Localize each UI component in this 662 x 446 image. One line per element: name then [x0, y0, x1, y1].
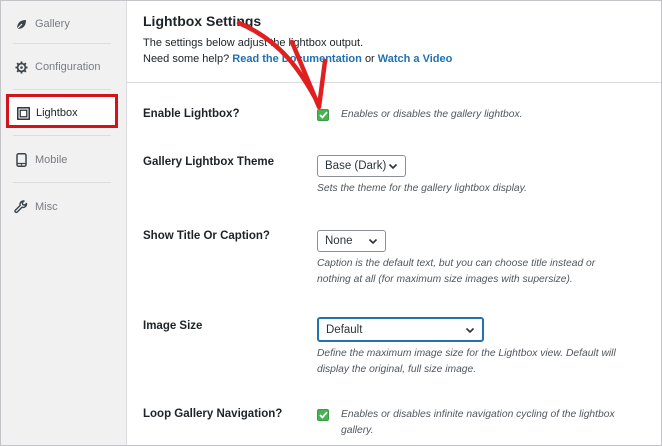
chevron-down-icon [388, 163, 398, 170]
title-caption-value: None [325, 235, 353, 247]
help-text-line: gallery. [341, 424, 374, 436]
lightbox-settings: Lightbox Settings The settings below adj… [127, 1, 661, 445]
sidebar-divider [13, 182, 111, 183]
sidebar-item-label: Misc [35, 201, 58, 213]
lightbox-theme-help: Sets the theme for the gallery lightbox … [317, 183, 527, 194]
sidebar-item-configuration[interactable]: Configuration [1, 44, 126, 90]
sidebar-item-mobile[interactable]: Mobile [1, 137, 126, 183]
help-text-line: Enables or disables infinite navigation … [341, 409, 615, 420]
enable-lightbox-label: Enable Lightbox? [143, 108, 240, 120]
help-line: Need some help? Read the Documentation o… [143, 53, 452, 65]
sidebar-item-gallery[interactable]: Gallery [1, 1, 126, 47]
chevron-down-icon [368, 238, 378, 245]
leaf-icon [14, 17, 28, 31]
lightbox-theme-select[interactable]: Base (Dark) [317, 155, 406, 177]
title-caption-label: Show Title Or Caption? [143, 230, 270, 242]
chevron-down-icon [465, 327, 475, 334]
sidebar-item-label: Lightbox [36, 107, 78, 119]
sidebar-item-label: Configuration [35, 61, 101, 73]
documentation-link[interactable]: Read the Documentation [232, 53, 362, 65]
enable-lightbox-help: Enables or disables the gallery lightbox… [341, 109, 523, 120]
mobile-icon [14, 153, 28, 167]
help-text-line: display the original, full size image. [317, 363, 477, 375]
help-text-line: Define the maximum image size for the Li… [317, 348, 616, 359]
help-prefix: Need some help? [143, 53, 230, 65]
sidebar-divider [13, 89, 111, 90]
image-size-help: Define the maximum image size for the Li… [317, 346, 616, 377]
gear-icon [14, 60, 28, 74]
sidebar-item-misc[interactable]: Misc [1, 184, 126, 230]
checkmark-icon [318, 411, 328, 419]
image-size-label: Image Size [143, 320, 203, 332]
help-or: or [364, 53, 375, 65]
loop-navigation-label: Loop Gallery Navigation? [143, 408, 283, 420]
loop-navigation-checkbox[interactable] [317, 409, 329, 421]
watch-video-link[interactable]: Watch a Video [378, 53, 453, 65]
settings-description: The settings below adjust the lightbox o… [143, 37, 364, 49]
header-divider [127, 82, 661, 83]
sidebar-divider [13, 135, 111, 136]
help-text-line: Caption is the default text, but you can… [317, 258, 596, 269]
title-caption-help: Caption is the default text, but you can… [317, 256, 595, 287]
settings-sidebar: Gallery Configuration Lightbox Mobile Mi… [1, 1, 127, 445]
lightbox-icon [16, 106, 30, 120]
image-size-select[interactable]: Default [317, 317, 484, 342]
help-text-line: nothing at all (for maximum size images … [317, 273, 573, 285]
lightbox-theme-value: Base (Dark) [325, 160, 387, 172]
sidebar-item-lightbox[interactable]: Lightbox [1, 93, 126, 133]
settings-panel: Gallery Configuration Lightbox Mobile Mi… [0, 0, 662, 446]
loop-navigation-help: Enables or disables infinite navigation … [341, 407, 615, 438]
sidebar-item-label: Gallery [35, 18, 70, 30]
image-size-value: Default [326, 323, 363, 336]
sidebar-item-label: Mobile [35, 154, 68, 166]
lightbox-theme-label: Gallery Lightbox Theme [143, 156, 274, 168]
title-caption-select[interactable]: None [317, 230, 386, 252]
page-title: Lightbox Settings [143, 13, 262, 29]
wrench-icon [14, 200, 28, 214]
enable-lightbox-checkbox[interactable] [317, 109, 329, 121]
checkmark-icon [318, 111, 328, 119]
